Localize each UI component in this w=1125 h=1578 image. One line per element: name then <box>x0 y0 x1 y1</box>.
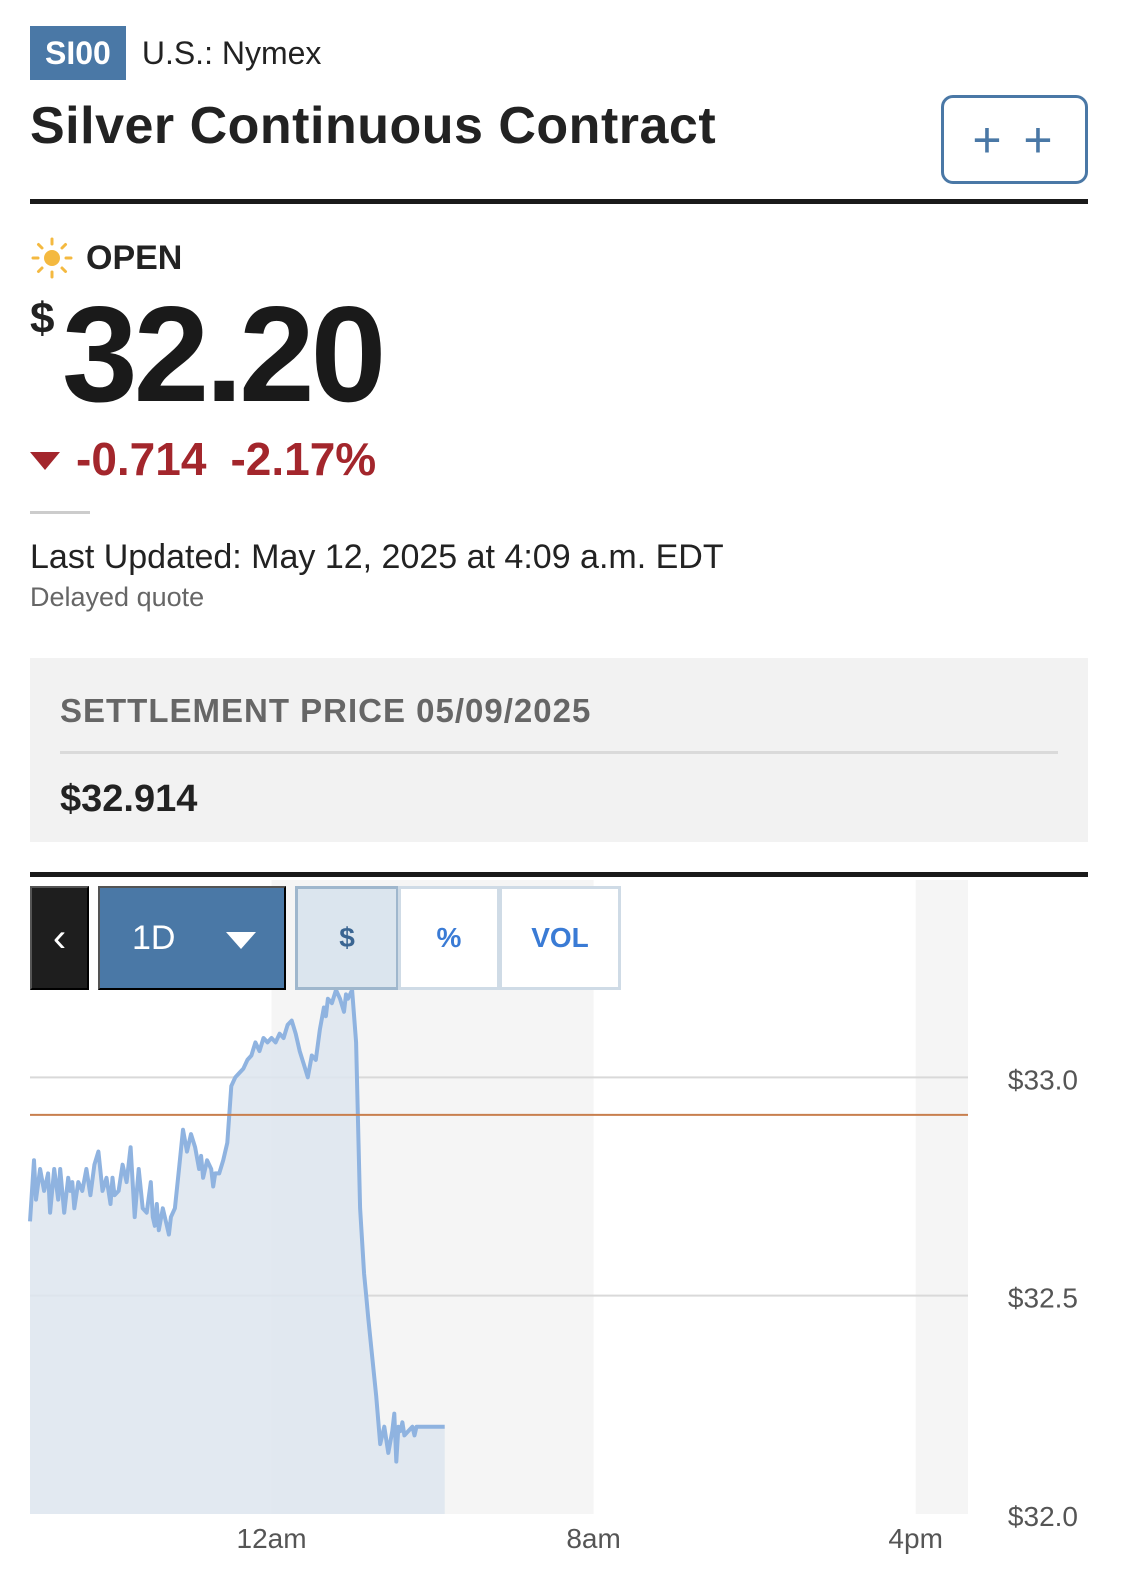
currency-symbol: $ <box>30 294 55 343</box>
divider <box>30 511 90 514</box>
settlement-divider <box>60 751 1058 754</box>
chart-divider <box>30 872 1088 877</box>
y-tick-label: $33.0 <box>1008 1064 1078 1095</box>
change-value: -0.714 <box>76 433 207 485</box>
last-price: 32.20 <box>62 278 386 430</box>
y-tick-label: $32.0 <box>1008 1501 1078 1532</box>
page-title: Silver Continuous Contract <box>30 97 717 155</box>
header-divider <box>30 199 1088 204</box>
market-status: OPEN <box>30 236 182 280</box>
x-tick-label: 4pm <box>888 1523 942 1554</box>
ticker-row: SI00 U.S.: Nymex <box>30 26 321 80</box>
change-percent: -2.17% <box>230 433 377 485</box>
delayed-quote-note: Delayed quote <box>30 582 205 612</box>
time-range-label: 1D <box>132 918 176 957</box>
ticker-badge: SI00 <box>30 26 126 80</box>
chart-back-button[interactable]: ‹ <box>30 886 89 990</box>
time-range-dropdown[interactable]: 1D <box>98 886 286 990</box>
x-tick-label: 12am <box>237 1523 307 1554</box>
mode-volume-button[interactable]: VOL <box>499 886 621 990</box>
mode-price-button[interactable]: $ <box>295 886 399 990</box>
sun-icon <box>31 237 73 279</box>
y-tick-label: $32.5 <box>1008 1283 1078 1314</box>
last-updated: Last Updated: May 12, 2025 at 4:09 a.m. … <box>30 538 724 576</box>
mode-percent-button[interactable]: % <box>398 886 500 990</box>
x-tick-label: 8am <box>566 1523 620 1554</box>
market-status-label: OPEN <box>86 238 183 277</box>
down-triangle-icon <box>30 452 60 470</box>
exchange-label: U.S.: Nymex <box>141 34 322 71</box>
settlement-label: SETTLEMENT PRICE 05/09/2025 <box>60 692 592 729</box>
settlement-panel: SETTLEMENT PRICE 05/09/2025 $32.914 <box>30 658 1088 842</box>
caret-down-icon <box>226 932 256 949</box>
chevron-left-icon: ‹ <box>52 915 67 960</box>
add-to-watchlist-button[interactable]: + + <box>941 95 1088 184</box>
settlement-value: $32.914 <box>60 778 198 820</box>
price-change: -0.714 -2.17% <box>30 432 376 486</box>
session-shade <box>915 880 968 1514</box>
